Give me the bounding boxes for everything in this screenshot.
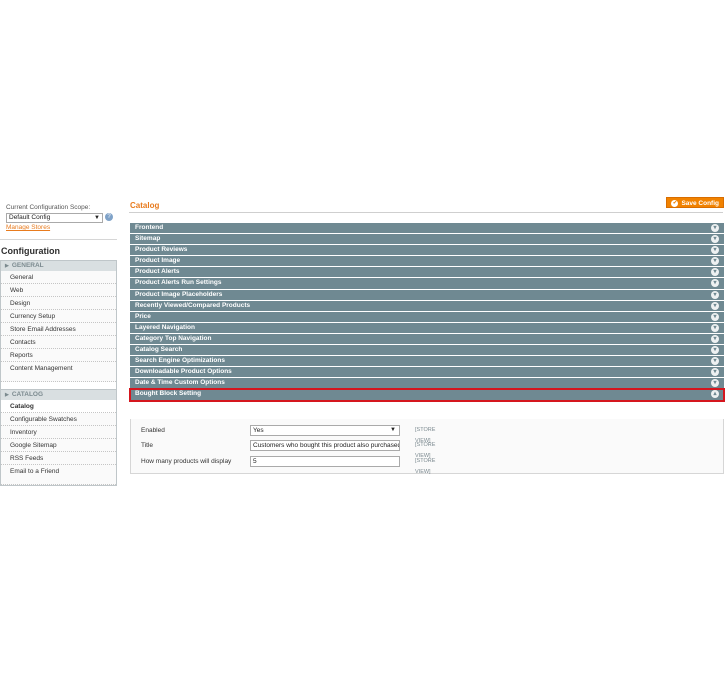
expand-icon: ▾ [711, 257, 719, 266]
sidebar-item-catalog[interactable]: Catalog [1, 400, 116, 413]
enabled-label: Enabled [141, 427, 165, 434]
sidebar-item-rss-feeds[interactable]: RSS Feeds [1, 452, 116, 465]
expand-icon: ▾ [711, 368, 719, 377]
expand-icon: ▾ [711, 357, 719, 366]
config-sidebar: Current Configuration Scope: Default Con… [0, 200, 117, 486]
expand-icon: ▾ [711, 346, 719, 355]
panel-layered-navigation[interactable]: Layered Navigation ▾ [130, 322, 724, 334]
count-label: How many products will display [141, 458, 232, 465]
expand-icon: ▾ [711, 323, 719, 332]
panel-label: Price [135, 312, 151, 320]
expand-icon: ▾ [711, 334, 719, 343]
collapse-icon: ▴ [711, 390, 719, 399]
title-label: Title [141, 442, 154, 449]
sidebar-item-currency-setup[interactable]: Currency Setup [1, 310, 116, 323]
title-divider [129, 212, 723, 213]
panel-product-alerts[interactable]: Product Alerts ▾ [130, 267, 724, 279]
expand-icon: ▾ [711, 268, 719, 277]
enabled-select-value: Yes [253, 427, 264, 434]
sidebar-item-web[interactable]: Web [1, 284, 116, 297]
panel-label: Layered Navigation [135, 323, 195, 331]
scope-switcher: Current Configuration Scope: Default Con… [0, 200, 117, 231]
expand-icon: ▾ [711, 224, 719, 232]
scope-label: Current Configuration Scope: [6, 204, 91, 211]
section-gap [1, 382, 116, 390]
panel-label: Product Image [135, 257, 181, 265]
panel-label: Frontend [135, 224, 164, 231]
count-input[interactable]: 5 [250, 456, 400, 467]
panel-bought-block-setting[interactable]: Bought Block Setting ▴ [129, 388, 725, 402]
panel-label: Catalog Search [135, 346, 183, 354]
section-general[interactable]: ▶ GENERAL [1, 261, 116, 271]
title-input[interactable]: Customers who bought this product also p… [250, 440, 400, 451]
manage-stores-link[interactable]: Manage Stores [6, 224, 117, 231]
sidebar-item-configurable-swatches[interactable]: Configurable Swatches [1, 413, 116, 426]
sidebar-item-general[interactable]: General [1, 271, 116, 284]
panel-label: Bought Block Setting [135, 390, 202, 398]
panel-downloadable-options[interactable]: Downloadable Product Options ▾ [130, 367, 724, 379]
panel-label: Category Top Navigation [135, 334, 212, 342]
panel-label: Sitemap [135, 235, 161, 243]
bought-block-fieldset: Enabled Yes ▼ [STORE VIEW] Title Customer… [130, 419, 724, 475]
panel-product-alerts-run[interactable]: Product Alerts Run Settings ▾ [130, 278, 724, 290]
configuration-title: Configuration [0, 239, 117, 260]
panel-sitemap[interactable]: Sitemap ▾ [130, 234, 724, 246]
expand-icon: ▾ [711, 312, 719, 321]
chevron-down-icon: ▼ [94, 215, 100, 221]
panel-product-image[interactable]: Product Image ▾ [130, 256, 724, 268]
save-config-button[interactable]: ✔ Save Config [666, 197, 724, 208]
save-config-label: Save Config [681, 200, 719, 207]
panel-label: Date & Time Custom Options [135, 379, 225, 387]
section-catalog-label: CATALOG [11, 391, 44, 398]
expand-icon: ▾ [711, 279, 719, 288]
panel-label: Recently Viewed/Compared Products [135, 301, 251, 309]
sidebar-item-content-management[interactable]: Content Management [1, 362, 116, 382]
panel-image-placeholders[interactable]: Product Image Placeholders ▾ [130, 289, 724, 301]
expand-icon: ▾ [711, 235, 719, 244]
panel-date-time-options[interactable]: Date & Time Custom Options ▾ [130, 378, 724, 390]
scope-select-value: Default Config [9, 214, 51, 221]
expand-icon: ▾ [711, 290, 719, 299]
sidebar-item-contacts[interactable]: Contacts [1, 336, 116, 349]
panel-price[interactable]: Price ▾ [130, 311, 724, 323]
panel-catalog-search[interactable]: Catalog Search ▾ [130, 345, 724, 357]
panel-label: Product Alerts Run Settings [135, 279, 222, 287]
sidebar-item-inventory[interactable]: Inventory [1, 426, 116, 439]
triangle-right-icon: ▶ [5, 263, 9, 269]
expand-icon: ▾ [711, 379, 719, 388]
config-panels: Frontend ▾ Sitemap ▾ Product Reviews ▾ Prod… [129, 223, 725, 402]
sidebar-item-google-sitemap[interactable]: Google Sitemap [1, 439, 116, 452]
panel-seo[interactable]: Search Engine Optimizations ▾ [130, 356, 724, 368]
panel-category-top-nav[interactable]: Category Top Navigation ▾ [130, 333, 724, 346]
sidebar-item-reports[interactable]: Reports [1, 349, 116, 362]
help-icon[interactable]: ? [105, 213, 113, 221]
page-title: Catalog [130, 201, 160, 210]
panel-label: Product Alerts [135, 268, 180, 276]
store-view-tag: [STORE VIEW] [415, 458, 436, 475]
triangle-right-icon: ▶ [5, 392, 9, 398]
panel-label: Downloadable Product Options [135, 368, 232, 376]
panel-recently-viewed[interactable]: Recently Viewed/Compared Products ▾ [130, 300, 724, 312]
expand-icon: ▾ [711, 246, 719, 255]
panel-label: Product Image Placeholders [135, 290, 223, 298]
panel-frontend[interactable]: Frontend ▾ [130, 223, 724, 235]
enabled-select[interactable]: Yes ▼ [250, 425, 400, 436]
scope-select[interactable]: Default Config ▼ [6, 213, 103, 223]
expand-icon: ▾ [711, 301, 719, 310]
section-catalog[interactable]: ▶ CATALOG [1, 390, 116, 400]
sidebar-item-design[interactable]: Design [1, 297, 116, 310]
sidebar-item-store-email[interactable]: Store Email Addresses [1, 323, 116, 336]
sidebar-item-email-friend[interactable]: Email to a Friend [1, 465, 116, 485]
section-general-label: GENERAL [11, 262, 44, 269]
config-nav: ▶ GENERAL General Web Design Currency Set… [0, 260, 117, 486]
checkmark-icon: ✔ [671, 199, 679, 207]
panel-label: Search Engine Optimizations [135, 357, 225, 365]
chevron-down-icon: ▼ [390, 427, 396, 433]
panel-label: Product Reviews [135, 246, 188, 254]
panel-product-reviews[interactable]: Product Reviews ▾ [130, 245, 724, 257]
